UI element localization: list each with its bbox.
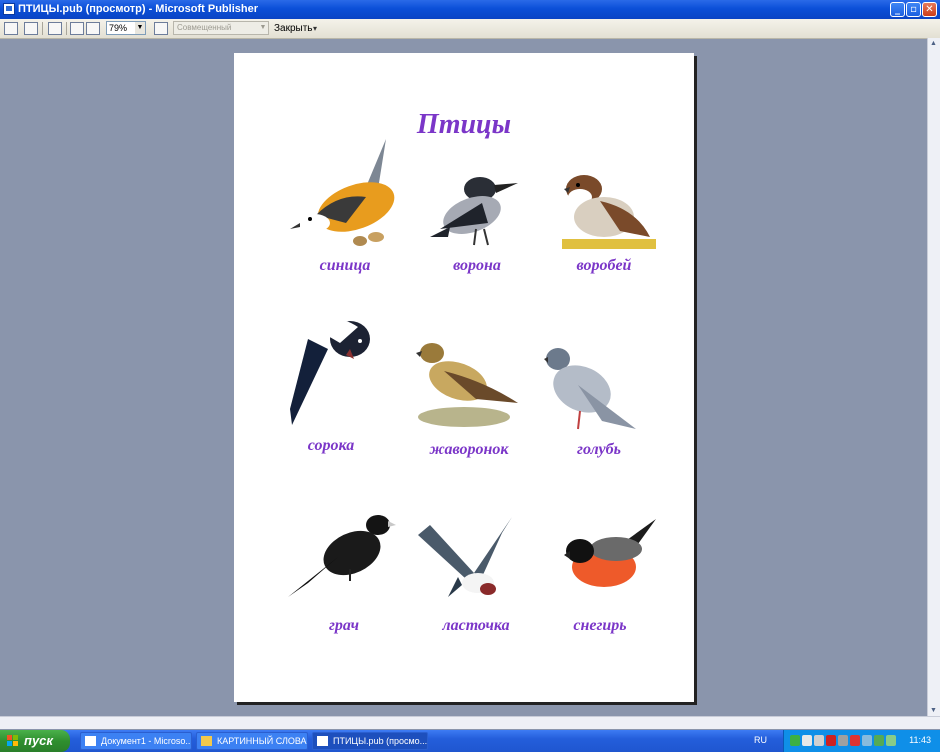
magpie-icon bbox=[290, 317, 370, 425]
bird-label: ворона bbox=[453, 257, 501, 274]
title-bar: ПТИЦЫ.pub (просмотр) - Microsoft Publish… bbox=[0, 0, 940, 19]
taskbar-button-label: ПТИЦЫ.pub (просмо... bbox=[333, 736, 428, 746]
bird-label: сорока bbox=[307, 437, 355, 454]
zoom-select[interactable]: 79% ▼ bbox=[106, 21, 146, 35]
multiple-pages-icon[interactable] bbox=[86, 22, 100, 35]
network-icon[interactable] bbox=[790, 735, 800, 746]
pigeon-icon bbox=[544, 348, 636, 430]
v-icon[interactable] bbox=[850, 735, 860, 746]
battery-icon[interactable] bbox=[886, 735, 896, 746]
bird-label: жаворонок bbox=[429, 441, 509, 458]
shield-icon[interactable] bbox=[838, 735, 848, 746]
publisher-app-icon[interactable] bbox=[3, 3, 15, 15]
bird-label: ласточка bbox=[442, 617, 510, 634]
toolbar-separator bbox=[66, 22, 67, 35]
chevron-down-icon[interactable]: ▼ bbox=[135, 22, 145, 34]
printer-icon[interactable] bbox=[48, 22, 62, 35]
zoom-value: 79% bbox=[109, 23, 128, 33]
antivirus-icon[interactable] bbox=[802, 735, 812, 746]
scroll-down-icon[interactable]: ▼ bbox=[928, 705, 939, 716]
taskbar-button[interactable]: Документ1 - Microso... bbox=[80, 732, 192, 750]
rook-icon bbox=[288, 515, 396, 597]
bird-label: голубь bbox=[577, 441, 621, 458]
vertical-scrollbar[interactable]: ▲ ▼ bbox=[927, 38, 940, 716]
bird-label: снегирь bbox=[573, 617, 627, 634]
taskbar-button[interactable]: КАРТИННЫЙ СЛОВА... bbox=[196, 732, 308, 750]
single-page-icon[interactable] bbox=[70, 22, 84, 35]
sparrow-icon bbox=[562, 175, 656, 249]
volume-icon[interactable] bbox=[814, 735, 824, 746]
usb-icon[interactable] bbox=[862, 735, 872, 746]
page-setup-icon[interactable] bbox=[24, 22, 38, 35]
speaker-icon[interactable] bbox=[874, 735, 884, 746]
toolbar-options-icon[interactable]: ▾ bbox=[313, 24, 317, 33]
close-preview-button[interactable]: Закрыть bbox=[274, 23, 313, 34]
scroll-up-icon[interactable]: ▲ bbox=[928, 38, 939, 49]
taskbar-button-label: Документ1 - Microso... bbox=[101, 736, 192, 746]
color-view-icon[interactable] bbox=[154, 22, 168, 35]
print-icon[interactable] bbox=[4, 22, 18, 35]
bird-label: синица bbox=[319, 257, 371, 274]
bird-label: грач bbox=[328, 617, 360, 634]
publication-page: Птицы синица ворона воробей сорока жавор… bbox=[234, 53, 694, 702]
chevron-down-icon[interactable]: ▼ bbox=[258, 22, 268, 34]
window-title: ПТИЦЫ.pub (просмотр) - Microsoft Publish… bbox=[18, 3, 258, 15]
clock: 11:43 bbox=[909, 735, 931, 745]
taskbar-button-label: КАРТИННЫЙ СЛОВА... bbox=[217, 736, 308, 746]
crow-icon bbox=[430, 177, 518, 246]
tit-icon bbox=[290, 139, 395, 246]
windows-flag-icon bbox=[7, 735, 18, 746]
taskbar-button[interactable]: ПТИЦЫ.pub (просмо... bbox=[312, 732, 428, 750]
language-indicator[interactable]: RU bbox=[754, 735, 767, 745]
taskbar: пуск Документ1 - Microso... КАРТИННЫЙ СЛ… bbox=[0, 730, 940, 752]
start-label: пуск bbox=[24, 733, 53, 748]
security-icon[interactable] bbox=[826, 735, 836, 746]
close-button[interactable]: ✕ bbox=[922, 2, 937, 17]
swallow-icon bbox=[418, 517, 512, 597]
start-button[interactable]: пуск bbox=[0, 730, 70, 752]
minimize-button[interactable]: _ bbox=[890, 2, 905, 17]
lark-icon bbox=[416, 343, 518, 427]
word-document-icon bbox=[85, 736, 96, 746]
mode-value: Совмещенный bbox=[177, 23, 232, 32]
folder-icon bbox=[201, 736, 212, 746]
toolbar-separator bbox=[42, 22, 43, 35]
print-preview-toolbar: 79% ▼ Совмещенный ▼ Закрыть ▾ bbox=[0, 19, 940, 39]
system-tray: 11:43 bbox=[783, 730, 940, 752]
horizontal-scrollbar[interactable] bbox=[0, 716, 940, 729]
bird-label: воробей bbox=[576, 257, 632, 274]
publisher-icon bbox=[317, 736, 328, 746]
mode-select[interactable]: Совмещенный ▼ bbox=[173, 21, 269, 35]
maximize-button[interactable]: ▫ bbox=[906, 2, 921, 17]
bullfinch-icon bbox=[564, 519, 656, 587]
